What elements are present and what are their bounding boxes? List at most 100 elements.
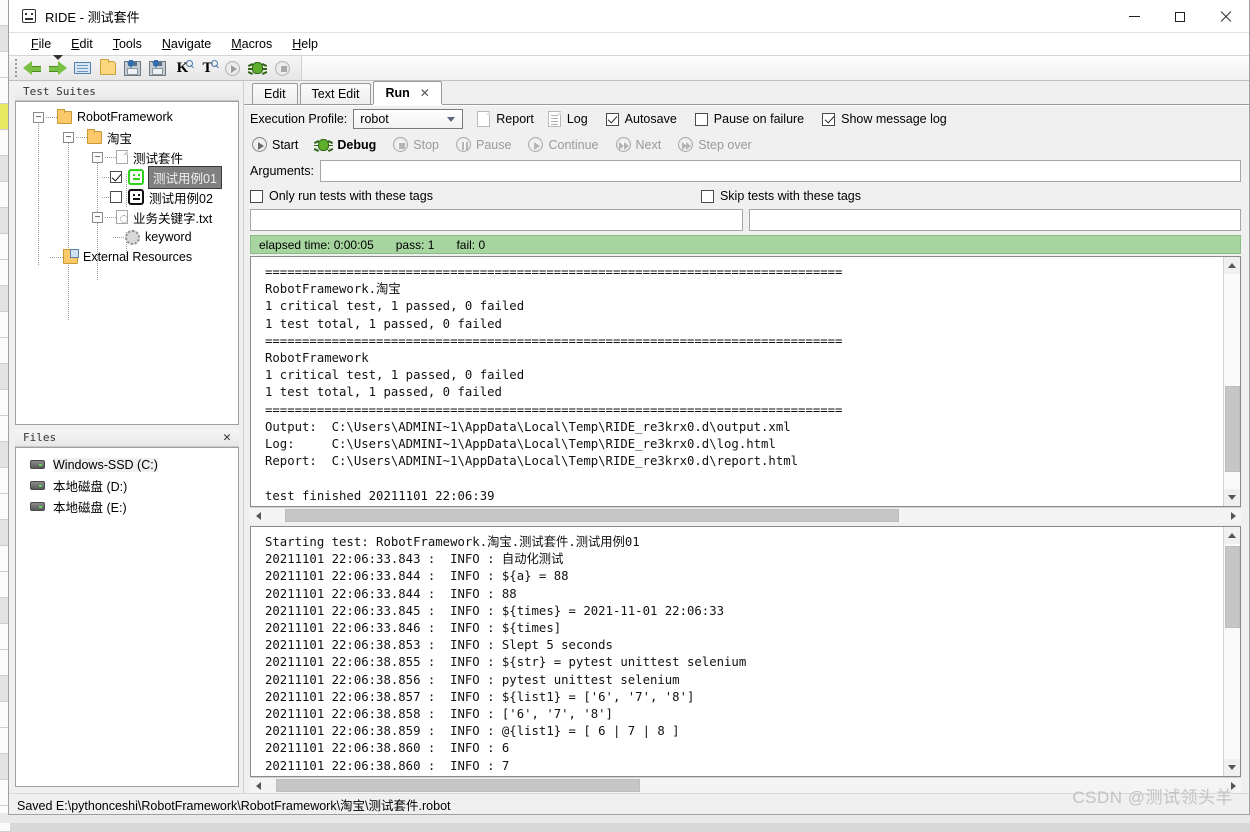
- message-log-hscrollbar[interactable]: [250, 777, 1241, 793]
- menu-file-rest: ile: [39, 37, 52, 51]
- menu-file[interactable]: File: [21, 35, 61, 53]
- scroll-right-icon[interactable]: [1225, 778, 1241, 794]
- message-log-console[interactable]: Starting test: RobotFramework.淘宝.测试套件.测试…: [250, 526, 1241, 777]
- only-run-tags-input[interactable]: [250, 209, 743, 231]
- tree-item-testcase-02[interactable]: 测试用例02: [16, 187, 238, 207]
- file-item-label: Windows-SSD (C:): [53, 458, 158, 472]
- execution-profile-value: robot: [360, 112, 389, 126]
- toolbar-forward-button[interactable]: [45, 56, 70, 80]
- scroll-left-icon[interactable]: [250, 778, 266, 794]
- list-item[interactable]: 本地磁盘 (E:): [16, 496, 238, 517]
- external-resources-icon: [63, 251, 78, 264]
- tree-item-keyword-file[interactable]: − 业务关键字.txt: [16, 207, 238, 227]
- debug-button[interactable]: Debug: [315, 137, 376, 153]
- next-label: Next: [636, 138, 662, 152]
- scroll-thumb[interactable]: [1225, 546, 1240, 628]
- start-button[interactable]: Start: [252, 137, 298, 152]
- scroll-up-icon[interactable]: [1224, 527, 1241, 544]
- tree-item-external-resources[interactable]: External Resources: [16, 247, 238, 267]
- menu-edit[interactable]: Edit: [61, 35, 103, 53]
- next-icon: [616, 137, 631, 152]
- scroll-right-icon[interactable]: [1225, 508, 1241, 524]
- tree-expander[interactable]: −: [92, 212, 103, 223]
- output-console-vscrollbar[interactable]: [1223, 257, 1240, 506]
- menu-navigate[interactable]: Navigate: [152, 35, 221, 53]
- play-icon: [225, 61, 240, 76]
- tree-connector: [105, 157, 116, 158]
- show-message-log-checkbox[interactable]: Show message log: [822, 112, 947, 126]
- close-button[interactable]: [1203, 0, 1249, 33]
- tree-expander[interactable]: −: [33, 112, 44, 123]
- toolbar-open-button[interactable]: [70, 56, 95, 80]
- report-button[interactable]: Report: [477, 111, 534, 127]
- message-log-vscrollbar[interactable]: [1223, 527, 1240, 776]
- next-button[interactable]: Next: [616, 137, 662, 152]
- scroll-thumb[interactable]: [1225, 386, 1240, 472]
- tree-item-taobao[interactable]: − 淘宝: [16, 127, 238, 147]
- hscroll-track[interactable]: [266, 778, 1225, 794]
- stop-button[interactable]: Stop: [393, 137, 439, 152]
- list-item[interactable]: 本地磁盘 (D:): [16, 475, 238, 496]
- arrow-right-icon: [48, 61, 67, 76]
- tree-expander[interactable]: −: [63, 132, 74, 143]
- menu-tools[interactable]: Tools: [103, 35, 152, 53]
- list-item[interactable]: Windows-SSD (C:): [16, 454, 238, 475]
- arguments-input[interactable]: [320, 160, 1241, 182]
- toolbar-save-button[interactable]: [120, 56, 145, 80]
- scroll-track[interactable]: [1224, 544, 1241, 759]
- execution-profile-row: Execution Profile: robot Report Log: [244, 106, 1249, 132]
- tree-expander[interactable]: −: [92, 152, 103, 163]
- menu-macros[interactable]: Macros: [221, 35, 282, 53]
- output-console-hscrollbar[interactable]: [250, 507, 1241, 523]
- scroll-down-icon[interactable]: [1224, 489, 1241, 506]
- skip-tags-checkbox[interactable]: Skip tests with these tags: [701, 189, 861, 203]
- toolbar-stop-button[interactable]: [270, 56, 295, 80]
- tree-item-suite[interactable]: − 测试套件: [16, 147, 238, 167]
- tree-item-checkbox[interactable]: [110, 171, 122, 183]
- toolbar-run-button[interactable]: [220, 56, 245, 80]
- scroll-up-icon[interactable]: [1224, 257, 1241, 274]
- scroll-track[interactable]: [1224, 274, 1241, 489]
- tree-item-robotframework[interactable]: − RobotFramework: [16, 107, 238, 127]
- tree-item-keyword[interactable]: keyword: [16, 227, 238, 247]
- tree-item-testcase-01[interactable]: 测试用例01: [16, 167, 238, 187]
- toolbar-search-keywords-button[interactable]: K: [170, 56, 195, 80]
- continue-button[interactable]: Continue: [528, 137, 598, 152]
- toolbar-open-directory-button[interactable]: [95, 56, 120, 80]
- toolbar-grip[interactable]: [11, 55, 20, 81]
- minimize-button[interactable]: [1111, 0, 1157, 33]
- testcase-pass-icon: [128, 169, 144, 185]
- skip-tags-input[interactable]: [749, 209, 1242, 231]
- drive-icon: [30, 460, 45, 469]
- hscroll-thumb[interactable]: [276, 779, 640, 792]
- menu-help[interactable]: Help: [282, 35, 328, 53]
- hscroll-thumb[interactable]: [285, 509, 899, 522]
- pause-button[interactable]: Pause: [456, 137, 511, 152]
- output-console[interactable]: ========================================…: [250, 256, 1241, 507]
- elapsed-time-label: elapsed time: 0:00:05: [259, 238, 374, 252]
- test-suites-tree[interactable]: − RobotFramework − 淘宝 −: [15, 101, 239, 425]
- tab-edit[interactable]: Edit: [252, 83, 298, 104]
- step-over-icon: [678, 137, 693, 152]
- files-close-icon[interactable]: ✕: [223, 431, 231, 444]
- scroll-down-icon[interactable]: [1224, 759, 1241, 776]
- pause-on-failure-checkbox[interactable]: Pause on failure: [695, 112, 804, 126]
- tab-text-edit[interactable]: Text Edit: [300, 83, 372, 104]
- tree-item-checkbox[interactable]: [110, 191, 122, 203]
- scroll-left-icon[interactable]: [250, 508, 266, 524]
- execution-profile-select[interactable]: robot: [353, 109, 463, 129]
- maximize-button[interactable]: [1157, 0, 1203, 33]
- tree-connector: [102, 177, 110, 178]
- files-list[interactable]: Windows-SSD (C:) 本地磁盘 (D:) 本地磁盘 (E:): [15, 447, 239, 787]
- toolbar-save-all-button[interactable]: [145, 56, 170, 80]
- step-over-button[interactable]: Step over: [678, 137, 752, 152]
- toolbar-debug-button[interactable]: [245, 56, 270, 80]
- autosave-checkbox[interactable]: Autosave: [606, 112, 677, 126]
- log-button[interactable]: Log: [548, 111, 588, 127]
- tab-run[interactable]: Run ✕: [373, 81, 441, 104]
- toolbar-back-button[interactable]: [20, 56, 45, 80]
- toolbar-search-tests-button[interactable]: T: [195, 56, 220, 80]
- hscroll-track[interactable]: [266, 508, 1225, 524]
- tab-close-icon[interactable]: ✕: [420, 86, 430, 100]
- only-run-tags-checkbox[interactable]: Only run tests with these tags: [250, 189, 433, 203]
